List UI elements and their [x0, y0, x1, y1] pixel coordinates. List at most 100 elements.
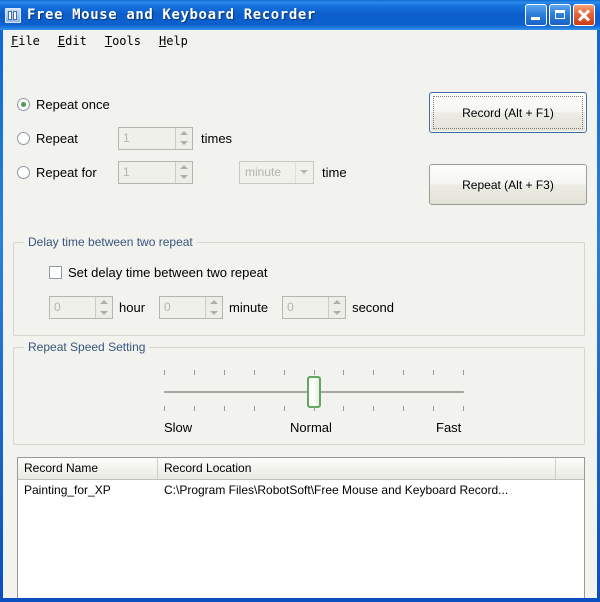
title-bar: Free Mouse and Keyboard Recorder — [0, 0, 600, 30]
radio-repeat-once[interactable] — [17, 97, 30, 111]
repeat-for-value: 1 — [123, 164, 130, 179]
slider-tick — [463, 406, 464, 411]
slider-tick — [403, 370, 404, 375]
column-header-record-name[interactable]: Record Name — [18, 458, 158, 479]
stepper-arrows[interactable] — [95, 297, 112, 318]
slider-tick — [254, 370, 255, 375]
minimize-button[interactable] — [525, 4, 547, 26]
delay-group-title: Delay time between two repeat — [24, 235, 197, 249]
focus-outline — [433, 96, 583, 129]
window-controls — [525, 4, 597, 26]
slider-tick — [194, 370, 195, 375]
repeat-for-row: Repeat for 1 minute time — [17, 155, 357, 189]
slider-tick — [433, 370, 434, 375]
slider-tick — [284, 406, 285, 411]
speed-group-title: Repeat Speed Setting — [24, 340, 150, 354]
stepper-down-icon[interactable] — [176, 138, 192, 149]
stepper-down-icon[interactable] — [176, 172, 192, 183]
radio-repeat-for[interactable] — [17, 165, 30, 179]
stepper-up-icon[interactable] — [176, 162, 192, 173]
slider-tick — [343, 370, 344, 375]
repeat-once-row: Repeat once — [17, 87, 357, 121]
label-repeat-once: Repeat once — [36, 96, 110, 112]
label-repeat-for: Repeat for — [36, 164, 97, 180]
column-header-extra[interactable] — [556, 458, 584, 479]
stepper-up-icon[interactable] — [329, 297, 345, 308]
menu-label-help: elp — [166, 34, 188, 48]
menu-item-edit[interactable]: Edit — [58, 32, 97, 50]
stepper-arrows[interactable] — [175, 127, 192, 149]
repeat-for-unit-select[interactable]: minute — [239, 160, 314, 184]
maximize-button[interactable] — [549, 4, 571, 26]
slider-tick — [224, 406, 225, 411]
client-area: File Edit Tools Help Repeat once Repeat … — [3, 30, 597, 598]
window-title: Free Mouse and Keyboard Recorder — [27, 7, 316, 23]
menu-label-edit: dit — [65, 34, 87, 48]
column-header-record-location[interactable]: Record Location — [158, 458, 556, 479]
stepper-arrows[interactable] — [328, 297, 346, 319]
label-time-unit: time — [322, 164, 347, 180]
stepper-up-icon[interactable] — [96, 297, 112, 308]
slider-label-slow: Slow — [164, 420, 193, 435]
stepper-down-icon[interactable] — [206, 308, 222, 319]
delay-time-group: Delay time between two repeat Set delay … — [13, 235, 585, 336]
set-delay-row: Set delay time between two repeat — [49, 265, 267, 280]
stepper-up-icon[interactable] — [206, 297, 222, 308]
menu-item-help[interactable]: Help — [159, 32, 198, 50]
label-times-unit: times — [201, 130, 233, 146]
slider-label-fast: Fast — [436, 420, 462, 435]
slider-thumb[interactable] — [307, 376, 321, 408]
application-window: Free Mouse and Keyboard Recorder File Ed… — [0, 0, 600, 602]
repeat-speed-group: Repeat Speed Setting Slow Normal Fast — [13, 340, 585, 445]
repeat-times-row: Repeat 1 times — [17, 121, 357, 155]
repeat-button[interactable]: Repeat (Alt + F3) — [429, 164, 587, 205]
slider-ticks-top — [164, 370, 464, 375]
label-minute: minute — [229, 300, 269, 315]
slider-ticks-bottom — [164, 406, 464, 411]
label-second: second — [352, 300, 394, 315]
delay-second-stepper[interactable]: 0 — [282, 296, 347, 319]
cell-record-location: C:\Program Files\RobotSoft\Free Mouse an… — [164, 483, 509, 497]
delay-minute-stepper[interactable]: 0 — [159, 296, 224, 319]
menu-accel-tools: T — [104, 34, 113, 48]
label-repeat-times: Repeat — [36, 130, 78, 146]
slider-tick — [254, 406, 255, 411]
slider-tick — [433, 406, 434, 411]
app-icon — [5, 7, 21, 23]
slider-tick — [164, 370, 165, 375]
stepper-arrows[interactable] — [175, 161, 192, 183]
slider-tick — [224, 370, 225, 375]
slider-tick — [343, 406, 344, 411]
slider-tick — [284, 370, 285, 375]
slider-tick — [463, 370, 464, 375]
close-button[interactable] — [573, 4, 595, 26]
radio-repeat-times[interactable] — [17, 131, 30, 145]
delay-hour-value: 0 — [54, 300, 61, 314]
record-button[interactable]: Record (Alt + F1) — [429, 92, 587, 133]
set-delay-checkbox[interactable] — [49, 266, 62, 279]
stepper-arrows[interactable] — [205, 297, 223, 319]
table-row[interactable]: Painting_for_XP C:\Program Files\RobotSo… — [18, 480, 584, 500]
record-list[interactable]: Record Name Record Location Painting_for… — [17, 457, 585, 598]
label-hour: hour — [119, 300, 146, 315]
speed-slider[interactable] — [164, 370, 464, 416]
chevron-down-icon[interactable] — [295, 161, 313, 183]
menu-item-tools[interactable]: Tools — [105, 32, 151, 50]
stepper-up-icon[interactable] — [176, 128, 192, 139]
slider-tick — [314, 370, 315, 375]
stepper-down-icon[interactable] — [329, 308, 345, 319]
menu-item-file[interactable]: File — [11, 32, 50, 50]
repeat-times-stepper[interactable]: 1 — [118, 126, 193, 150]
record-list-header: Record Name Record Location — [18, 458, 584, 480]
slider-tick — [373, 370, 374, 375]
repeat-for-stepper[interactable]: 1 — [118, 160, 193, 184]
menu-label-file: ile — [18, 34, 40, 48]
menu-bar: File Edit Tools Help — [3, 30, 597, 52]
slider-tick — [373, 406, 374, 411]
slider-label-normal: Normal — [290, 420, 332, 435]
slider-tick — [164, 406, 165, 411]
repeat-times-value: 1 — [123, 130, 130, 145]
stepper-down-icon[interactable] — [96, 308, 112, 319]
delay-hour-stepper[interactable]: 0 — [49, 296, 113, 319]
cell-record-name: Painting_for_XP — [24, 483, 111, 497]
